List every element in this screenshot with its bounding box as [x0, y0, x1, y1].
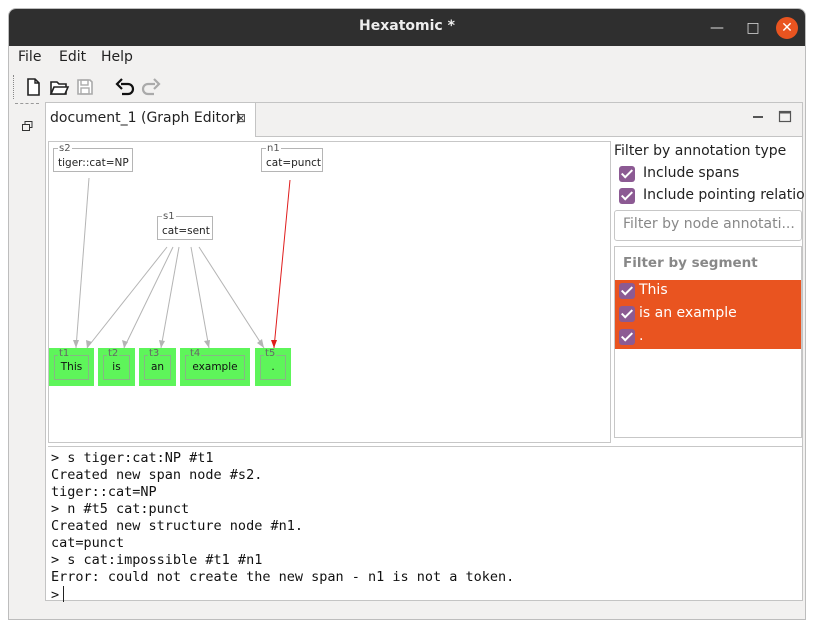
- console-line: tiger::cat=NP: [51, 484, 157, 500]
- token-id: t2: [107, 348, 120, 359]
- console-line: Created new span node #s2.: [51, 467, 263, 483]
- undo-icon[interactable]: [113, 75, 137, 99]
- console-prompt-line[interactable]: >: [51, 586, 65, 604]
- console-line: > n #t5 cat:punct: [51, 501, 190, 517]
- checkbox-checked-icon[interactable]: [619, 188, 635, 204]
- filter-panel: Filter by annotation type Include spans …: [613, 141, 806, 443]
- segment-list: This is an example .: [615, 280, 801, 349]
- checkbox-checked-icon[interactable]: [619, 166, 635, 182]
- graph-view[interactable]: s2 tiger::cat=NP n1 cat=punct s1 cat=sen…: [48, 141, 611, 443]
- new-document-icon[interactable]: [21, 75, 45, 99]
- graph-editor-part: document_1 (Graph Editor) ⊠ s2 tiger::ca…: [45, 102, 806, 603]
- token-t1[interactable]: This t1: [49, 348, 94, 386]
- token-t5[interactable]: . t5: [255, 348, 291, 386]
- token-id: t5: [264, 348, 277, 359]
- segment-item[interactable]: .: [615, 326, 801, 349]
- node-annotation-filter-input[interactable]: Filter by node annotati...: [614, 210, 802, 241]
- menu-file[interactable]: File: [18, 49, 41, 65]
- tab-document-1[interactable]: document_1 (Graph Editor) ⊠: [46, 103, 256, 137]
- console-prompt: >: [51, 587, 60, 603]
- open-folder-icon[interactable]: [47, 75, 71, 99]
- close-window-button[interactable]: ✕: [776, 17, 798, 39]
- toolbar-grip: [13, 75, 14, 99]
- dominance-edges: [75, 177, 265, 349]
- node-annotation: cat=sent: [162, 225, 210, 237]
- checkbox-checked-icon[interactable]: [619, 306, 635, 322]
- window-title: Hexatomic *: [359, 18, 455, 34]
- token-id: t3: [148, 348, 161, 359]
- token-id: t4: [189, 348, 202, 359]
- console-line: cat=punct: [51, 535, 125, 551]
- graph-edges: [73, 177, 291, 349]
- node-annotation: tiger::cat=NP: [58, 157, 129, 169]
- checkbox-checked-icon[interactable]: [619, 329, 635, 345]
- span-node-s2[interactable]: s2 tiger::cat=NP: [53, 143, 133, 172]
- token-t4[interactable]: example t4: [180, 348, 250, 386]
- text-cursor: [63, 586, 65, 602]
- pointing-arrowhead: [271, 340, 277, 348]
- segment-filter-box: Filter by segment This is an example .: [614, 246, 802, 438]
- menu-edit[interactable]: Edit: [59, 49, 86, 65]
- pointing-edge: [273, 179, 291, 349]
- token-t3[interactable]: an t3: [139, 348, 176, 386]
- node-id: s1: [162, 211, 176, 222]
- node-id: n1: [266, 143, 281, 154]
- minimize-button[interactable]: —: [706, 17, 728, 39]
- segment-label: .: [639, 328, 644, 344]
- console-line: > s tiger:cat:NP #t1: [51, 450, 214, 466]
- toolbar: [9, 71, 805, 101]
- dominance-arrowheads: [73, 339, 264, 348]
- trim-separator: [15, 103, 39, 104]
- structure-node-s1[interactable]: s1 cat=sent: [157, 211, 213, 240]
- app-window: Hexatomic * — □ ✕ File Edit Help documen…: [8, 8, 806, 620]
- segment-label: This: [639, 282, 668, 298]
- node-annotation: cat=punct: [266, 157, 321, 169]
- console-line: Created new structure node #n1.: [51, 518, 303, 534]
- maximize-pane-icon[interactable]: [777, 109, 793, 125]
- menu-help[interactable]: Help: [101, 49, 133, 65]
- maximize-button[interactable]: □: [742, 17, 764, 39]
- node-id: s2: [58, 143, 72, 154]
- checkbox-checked-icon[interactable]: [619, 283, 635, 299]
- structure-node-n1[interactable]: n1 cat=punct: [261, 143, 323, 172]
- restore-icon[interactable]: [22, 119, 33, 131]
- include-pointing-label: Include pointing relations: [643, 187, 806, 203]
- console-line: > s cat:impossible #t1 #n1: [51, 552, 263, 568]
- save-icon[interactable]: [73, 75, 97, 99]
- tab-label: document_1 (Graph Editor): [50, 110, 241, 126]
- token-t2[interactable]: is t2: [98, 348, 135, 386]
- console-line: Error: could not create the new span - n…: [51, 569, 515, 585]
- annotation-filter-title: Filter by annotation type: [614, 143, 787, 159]
- segment-item[interactable]: This: [615, 280, 801, 303]
- minimize-pane-icon[interactable]: [750, 109, 766, 125]
- tab-close-icon[interactable]: ⊠: [236, 111, 246, 125]
- token-id: t1: [58, 348, 71, 359]
- segment-label: is an example: [639, 305, 737, 321]
- left-trim: [9, 101, 43, 619]
- segment-filter-title: Filter by segment: [623, 255, 758, 271]
- tab-bar: document_1 (Graph Editor) ⊠: [46, 103, 802, 137]
- include-spans-label: Include spans: [643, 165, 740, 181]
- command-console[interactable]: > s tiger:cat:NP #t1 Created new span no…: [48, 446, 802, 603]
- title-bar: Hexatomic * — □ ✕: [9, 9, 805, 46]
- redo-icon[interactable]: [139, 75, 163, 99]
- segment-item[interactable]: is an example: [615, 303, 801, 326]
- menu-bar: File Edit Help: [9, 46, 805, 70]
